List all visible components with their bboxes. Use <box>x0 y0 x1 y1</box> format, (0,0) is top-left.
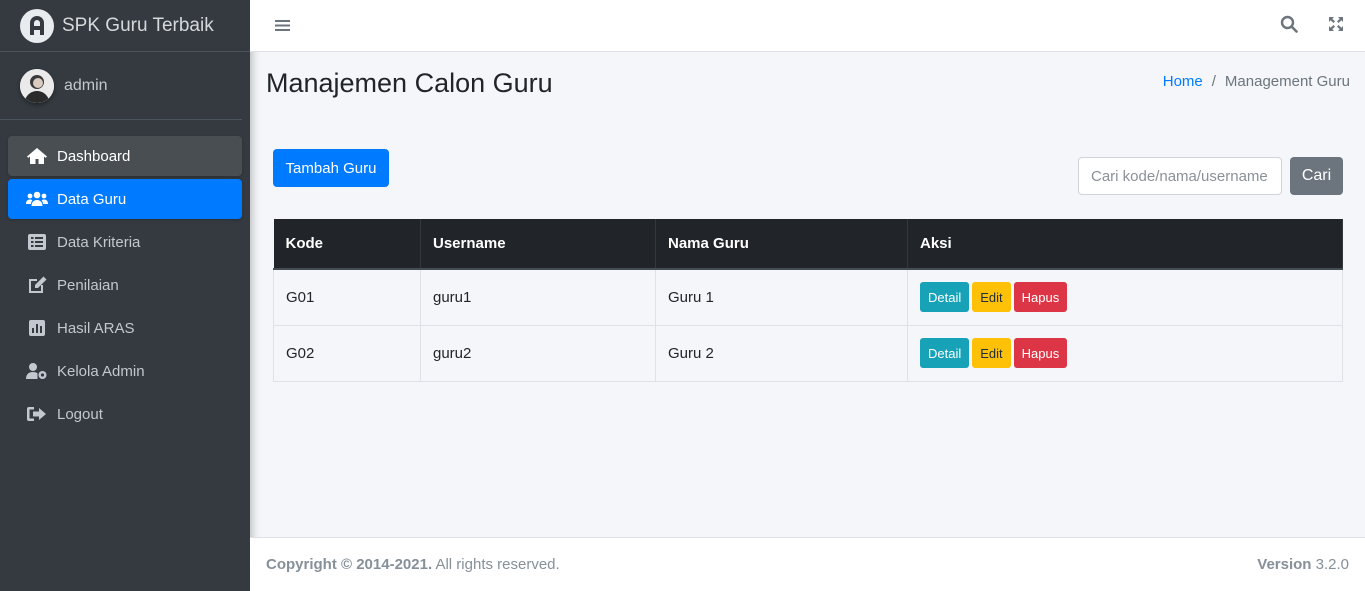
breadcrumb-separator: / <box>1211 73 1216 90</box>
copyright-rest: All rights reserved. <box>432 556 560 573</box>
sidebar-nav: Dashboard Data Guru Data Kriteria Penila… <box>0 120 250 434</box>
top-navbar <box>250 0 1365 52</box>
cell-kode: G01 <box>273 268 421 326</box>
table-row: G02 guru2 Guru 2 Detail Edit Hapus <box>273 324 1343 382</box>
main-footer: Copyright © 2014-2021. All rights reserv… <box>250 537 1365 591</box>
sidebar-item-kelola-admin[interactable]: Kelola Admin <box>8 351 242 391</box>
sidebar-item-label: Penilaian <box>57 276 119 294</box>
column-header-kode: Kode <box>273 219 421 270</box>
edit-button[interactable]: Edit <box>972 282 1011 313</box>
list-icon <box>26 233 48 251</box>
user-panel[interactable]: admin <box>0 52 242 120</box>
sidebar-item-label: Kelola Admin <box>57 362 145 380</box>
users-icon <box>26 190 48 208</box>
sidebar-item-label: Data Guru <box>57 190 127 208</box>
sidebar-item-label: Logout <box>57 405 103 423</box>
search-input[interactable] <box>1078 157 1282 195</box>
cell-kode: G02 <box>273 324 421 382</box>
breadcrumb-home-link[interactable]: Home <box>1163 73 1203 90</box>
detail-button[interactable]: Detail <box>920 338 970 368</box>
breadcrumb-current: Management Guru <box>1224 73 1350 90</box>
brand-link[interactable]: SPK Guru Terbaik <box>0 0 250 52</box>
cell-aksi: Detail Edit Hapus <box>907 268 1343 326</box>
add-guru-button[interactable]: Tambah Guru <box>273 149 389 187</box>
breadcrumb: Home / Management Guru <box>1163 73 1350 90</box>
cell-nama: Guru 2 <box>655 324 908 382</box>
edit-button[interactable]: Edit <box>972 338 1011 368</box>
delete-button[interactable]: Hapus <box>1013 338 1068 368</box>
sidebar-item-hasil-aras[interactable]: Hasil ARAS <box>8 308 242 348</box>
guru-table: Kode Username Nama Guru Aksi G01 guru1 G… <box>273 219 1343 382</box>
version-text: Version 3.2.0 <box>1257 556 1349 573</box>
fullscreen-icon[interactable] <box>1325 13 1347 35</box>
sidebar-item-label: Dashboard <box>57 147 131 165</box>
search-button[interactable]: Cari <box>1290 157 1343 195</box>
sidebar-item-data-guru[interactable]: Data Guru <box>8 179 242 219</box>
table-row: G01 guru1 Guru 1 Detail Edit Hapus <box>273 268 1343 326</box>
column-header-aksi: Aksi <box>907 219 1343 270</box>
sign-out-icon <box>26 405 48 423</box>
sidebar-item-penilaian[interactable]: Penilaian <box>8 265 242 305</box>
edit-icon <box>26 276 48 294</box>
delete-button[interactable]: Hapus <box>1013 282 1068 313</box>
column-header-username: Username <box>420 219 656 270</box>
version-value: 3.2.0 <box>1311 556 1349 573</box>
cell-nama: Guru 1 <box>655 268 908 326</box>
cell-username: guru2 <box>420 324 656 382</box>
page-title: Manajemen Calon Guru <box>266 68 553 98</box>
column-header-nama-guru: Nama Guru <box>655 219 908 270</box>
sidebar-item-data-kriteria[interactable]: Data Kriteria <box>8 222 242 262</box>
menu-toggle-icon[interactable] <box>272 14 292 36</box>
sidebar-item-dashboard[interactable]: Dashboard <box>8 136 242 176</box>
version-label: Version <box>1257 556 1312 573</box>
copyright-text: Copyright © 2014-2021. All rights reserv… <box>266 556 560 573</box>
home-icon <box>26 147 48 165</box>
user-name: admin <box>64 76 108 94</box>
brand-logo-icon <box>20 8 54 43</box>
user-cog-icon <box>26 362 48 380</box>
sidebar-item-label: Data Kriteria <box>57 233 141 251</box>
sidebar-item-label: Hasil ARAS <box>57 319 135 337</box>
main-sidebar: SPK Guru Terbaik admin Dashboard Data Gu… <box>0 0 250 591</box>
detail-button[interactable]: Detail <box>920 282 970 313</box>
brand-name: SPK Guru Terbaik <box>62 14 214 36</box>
cell-aksi: Detail Edit Hapus <box>907 324 1343 382</box>
user-avatar <box>20 68 54 103</box>
chart-icon <box>26 319 48 337</box>
search-icon[interactable] <box>1278 13 1300 35</box>
copyright-strong: Copyright © 2014-2021. <box>266 556 433 573</box>
table-header-row: Kode Username Nama Guru Aksi <box>273 219 1343 270</box>
sidebar-item-logout[interactable]: Logout <box>8 394 242 434</box>
cell-username: guru1 <box>420 268 656 326</box>
